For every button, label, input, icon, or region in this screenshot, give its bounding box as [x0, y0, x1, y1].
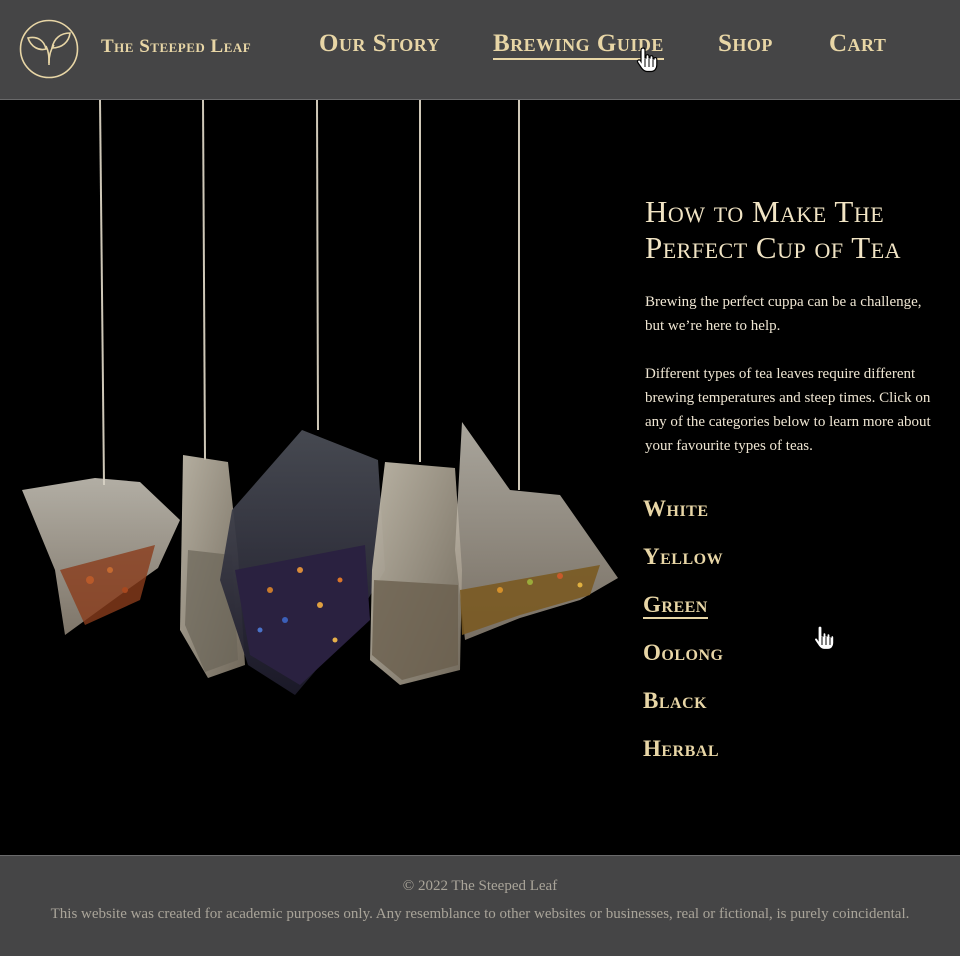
hand-pointer-cursor-icon [636, 47, 658, 73]
page-title-line1: How to Make The [645, 194, 885, 229]
hand-pointer-cursor-icon [813, 625, 835, 651]
nav-our-story[interactable]: Our Story [319, 30, 440, 58]
category-label[interactable]: White [643, 496, 709, 521]
disclaimer-text: This website was created for academic pu… [50, 906, 910, 922]
page-title-line2: Perfect Cup of Tea [645, 230, 902, 265]
category-black[interactable]: Black [643, 688, 893, 736]
hero-section: How to Make The Perfect Cup of Tea Brewi… [0, 100, 960, 855]
category-label[interactable]: Yellow [643, 544, 723, 569]
page-title: How to Make The Perfect Cup of Tea [645, 194, 940, 266]
category-white[interactable]: White [643, 496, 893, 544]
instructions-paragraph: Different types of tea leaves require di… [645, 366, 931, 454]
tea-category-list: White Yellow Green Oolong Black Herbal [643, 496, 893, 784]
site-footer: © 2022 The Steeped Leaf This website was… [0, 855, 960, 956]
leaf-logo-icon[interactable] [19, 19, 79, 79]
intro-paragraph: Brewing the perfect cuppa can be a chall… [645, 294, 922, 334]
copyright-text: © 2022 The Steeped Leaf [402, 878, 558, 894]
category-label[interactable]: Oolong [643, 640, 723, 665]
category-green[interactable]: Green [643, 592, 893, 640]
category-herbal[interactable]: Herbal [643, 736, 893, 784]
brewing-guide-content: How to Make The Perfect Cup of Tea Brewi… [645, 194, 940, 458]
nav-cart[interactable]: Cart [829, 30, 886, 58]
nav-shop[interactable]: Shop [718, 30, 773, 58]
site-header: The Steeped Leaf Our Story Brewing Guide… [0, 0, 960, 100]
category-label[interactable]: Black [643, 688, 707, 713]
category-label[interactable]: Herbal [643, 736, 719, 761]
hanging-tea-bags-image [22, 100, 618, 695]
category-oolong[interactable]: Oolong [643, 640, 893, 688]
category-label[interactable]: Green [643, 592, 708, 619]
category-yellow[interactable]: Yellow [643, 544, 893, 592]
brand-name[interactable]: The Steeped Leaf [101, 36, 251, 58]
